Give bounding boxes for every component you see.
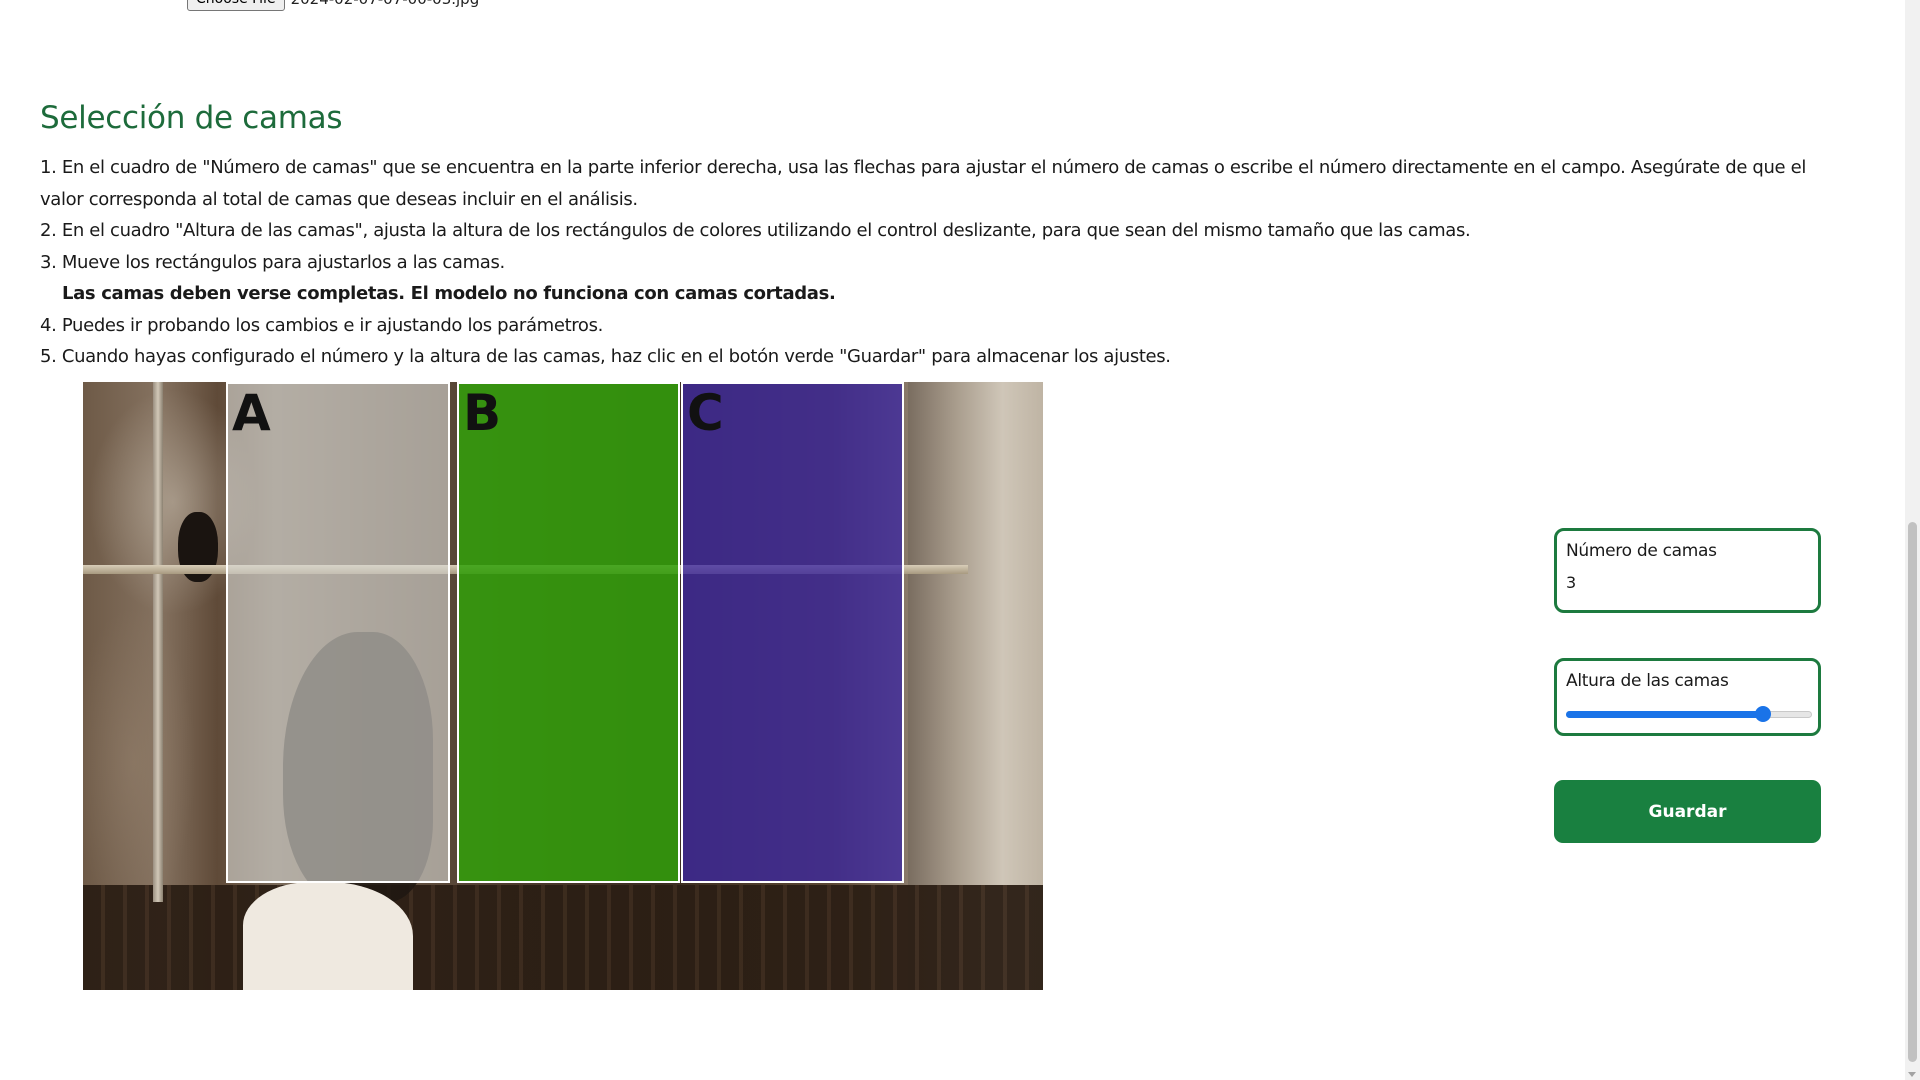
scrollbar-thumb[interactable] bbox=[1908, 522, 1917, 1062]
instruction-note: Las camas deben verse completas. El mode… bbox=[62, 283, 836, 304]
page-scrollbar[interactable] bbox=[1905, 0, 1920, 1080]
section-title: Selección de camas bbox=[40, 100, 343, 136]
save-button[interactable]: Guardar bbox=[1554, 780, 1821, 843]
instruction-step-2: 2. En el cuadro "Altura de las camas", a… bbox=[40, 220, 1471, 241]
instruction-step-4: 4. Puedes ir probando los cambios e ir a… bbox=[40, 314, 603, 336]
bed-height-slider[interactable] bbox=[1566, 705, 1812, 723]
page: Choose File 2024-02-07-07-00-03.jpg Sele… bbox=[0, 0, 1920, 1080]
bed-label-a: A bbox=[232, 384, 271, 442]
num-beds-label: Número de camas bbox=[1566, 541, 1717, 561]
slider-fill bbox=[1566, 711, 1763, 718]
instruction-step-5: 5. Cuando hayas configurado el número y … bbox=[40, 346, 1171, 367]
scroll-down-arrow-icon[interactable] bbox=[1908, 1072, 1916, 1077]
bed-height-label: Altura de las camas bbox=[1566, 671, 1729, 691]
instruction-step-3: 3. Mueve los rectángulos para ajustarlos… bbox=[40, 251, 505, 273]
slider-thumb[interactable] bbox=[1754, 706, 1771, 722]
bed-rectangle-c[interactable]: C bbox=[681, 382, 904, 883]
bed-label-c: C bbox=[687, 384, 724, 442]
bed-height-box: Altura de las camas bbox=[1554, 658, 1821, 736]
instructions: 1. En el cuadro de "Número de camas" que… bbox=[40, 152, 1850, 373]
bed-label-b: B bbox=[463, 384, 502, 442]
file-name: 2024-02-07-07-00-03.jpg bbox=[291, 0, 480, 8]
barn-pole bbox=[153, 382, 163, 902]
cow-patch bbox=[243, 882, 413, 990]
bed-rectangle-b[interactable]: B bbox=[457, 382, 680, 883]
instruction-step-1: 1. En el cuadro de "Número de camas" que… bbox=[40, 157, 1807, 210]
choose-file-button[interactable]: Choose File bbox=[187, 0, 285, 11]
bed-rectangle-a[interactable]: A bbox=[226, 382, 450, 883]
num-beds-input[interactable] bbox=[1566, 573, 1809, 592]
file-upload-row: Choose File 2024-02-07-07-00-03.jpg bbox=[187, 0, 479, 12]
num-beds-box: Número de camas bbox=[1554, 528, 1821, 613]
barn-camera-image: A B C bbox=[83, 382, 1043, 990]
barn-floor bbox=[83, 885, 1043, 990]
